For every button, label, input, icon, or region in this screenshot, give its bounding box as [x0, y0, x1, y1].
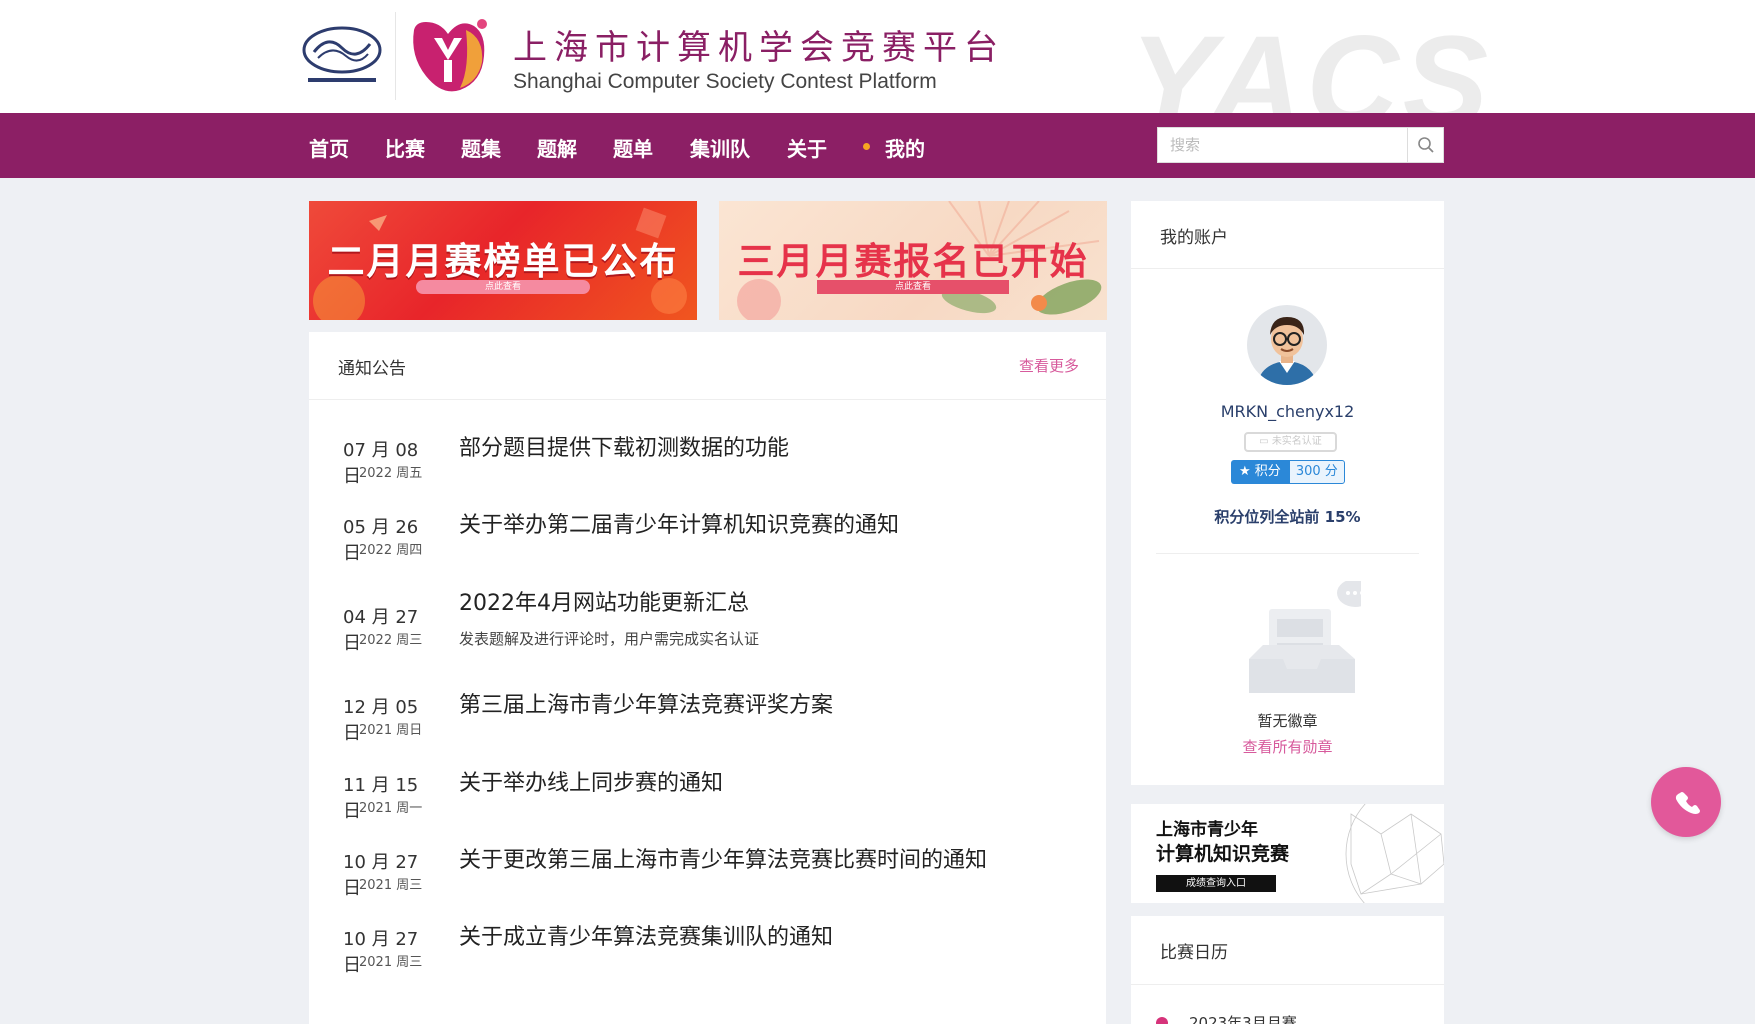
nav-problem-lists[interactable]: 题单 — [613, 133, 653, 162]
search-button[interactable] — [1407, 128, 1443, 162]
yacs-watermark: YACS — [1130, 10, 1493, 113]
banner-title: 三月月赛报名已开始 — [737, 239, 1089, 283]
banner-view-button[interactable]: 点此查看 — [416, 280, 590, 294]
avatar[interactable] — [1247, 305, 1327, 385]
account-card: 我的账户 MRKN_chenyx12 ▭ 未实名认证 ★ 积分 300 分 积分… — [1131, 201, 1444, 785]
nav-problemset[interactable]: 题集 — [461, 133, 501, 162]
knowledge-contest-banner[interactable]: 上海市青少年 计算机知识竞赛 成绩查询入口 — [1131, 804, 1444, 903]
notice-year: 2021 周三 — [359, 878, 423, 893]
nav-home[interactable]: 首页 — [309, 133, 349, 162]
main-nav: 首页 比赛 题集 题解 题单 集训队 关于 我的 — [0, 113, 1755, 178]
search-box — [1157, 127, 1444, 163]
banner-mar-registration[interactable]: 三月月赛报名已开始 点此查看 — [719, 201, 1107, 320]
notice-year: 2021 周一 — [359, 801, 423, 816]
site-header: 上海市计算机学会竞赛平台 Shanghai Computer Society C… — [0, 0, 1755, 113]
calendar-divider — [1131, 984, 1444, 985]
points-label-text: 积分 — [1254, 464, 1281, 479]
banner-line2: 计算机知识竞赛 — [1156, 843, 1290, 865]
banner-feb-results[interactable]: 二月月赛榜单已公布 点此查看 — [309, 201, 697, 320]
empty-inbox-icon — [1249, 581, 1361, 693]
notice-title[interactable]: 关于成立青少年算法竞赛集训队的通知 — [459, 919, 833, 951]
all-badges-link[interactable]: 查看所有勋章 — [1131, 736, 1444, 757]
nav-training-team[interactable]: 集训队 — [690, 133, 750, 162]
id-card-icon: ▭ — [1259, 436, 1272, 447]
star-icon: ★ — [1239, 464, 1255, 479]
notice-card: 通知公告 查看更多 07 月 08 日 2022 周五 部分题目提供下载初测数据… — [309, 332, 1106, 1024]
contest-calendar-card: 比赛日历 2023年3月月赛 — [1131, 916, 1444, 1024]
notice-year: 2022 周五 — [359, 466, 423, 481]
banner-line1: 上海市青少年 — [1156, 820, 1258, 840]
notice-year: 2022 周四 — [359, 543, 423, 558]
rank-text: 积分位列全站前 15% — [1214, 508, 1361, 526]
calendar-title: 比赛日历 — [1160, 943, 1228, 963]
no-badge-text: 暂无徽章 — [1257, 712, 1318, 730]
account-card-title: 我的账户 — [1160, 228, 1228, 248]
account-card-header: 我的账户 — [1131, 201, 1444, 269]
phone-icon — [1675, 792, 1700, 814]
realname-status-badge: ▭ 未实名认证 — [1244, 432, 1337, 452]
nav-contests[interactable]: 比赛 — [385, 133, 425, 162]
notice-title[interactable]: 第三届上海市青少年算法竞赛评奖方案 — [459, 687, 833, 719]
notice-title[interactable]: 部分题目提供下载初测数据的功能 — [459, 430, 789, 462]
notice-card-title: 通知公告 — [338, 359, 406, 379]
notice-year: 2022 周三 — [359, 633, 423, 648]
account-divider — [1156, 553, 1419, 554]
shanghai-computer-society-logo[interactable] — [300, 20, 384, 90]
notice-title[interactable]: 关于举办第二届青少年计算机知识竞赛的通知 — [459, 507, 899, 539]
nav-mine[interactable]: 我的 — [885, 133, 925, 162]
calendar-dot — [1156, 1017, 1168, 1024]
yacs-y-logo[interactable] — [404, 16, 490, 98]
banner-view-button[interactable]: 点此查看 — [817, 280, 1009, 294]
notice-title[interactable]: 关于举办线上同步赛的通知 — [459, 765, 723, 797]
notice-title[interactable]: 关于更改第三届上海市青少年算法竞赛比赛时间的通知 — [459, 842, 987, 874]
avatar-icon — [1247, 305, 1327, 385]
site-title-cn: 上海市计算机学会竞赛平台 — [513, 28, 1005, 68]
search-icon — [1417, 137, 1434, 153]
site-title-en: Shanghai Computer Society Contest Platfo… — [513, 70, 937, 93]
nav-solutions[interactable]: 题解 — [537, 133, 577, 162]
notice-subtitle: 发表题解及进行评论时，用户需完成实名认证 — [459, 630, 760, 648]
score-query-button[interactable]: 成绩查询入口 — [1156, 875, 1276, 892]
points-badge: ★ 积分 300 分 — [1231, 460, 1345, 484]
banner-title: 二月月赛榜单已公布 — [327, 239, 679, 283]
realname-status-text: 未实名认证 — [1271, 436, 1322, 447]
notice-year: 2021 周日 — [359, 723, 423, 738]
contact-phone-button[interactable] — [1651, 767, 1721, 837]
nav-about[interactable]: 关于 — [787, 133, 827, 162]
logo-divider — [395, 12, 396, 100]
points-label: ★ 积分 — [1231, 460, 1289, 484]
search-input[interactable] — [1158, 128, 1408, 162]
notice-year: 2021 周三 — [359, 955, 423, 970]
username[interactable]: MRKN_chenyx12 — [1131, 402, 1444, 421]
notice-more-link[interactable]: 查看更多 — [1019, 355, 1079, 376]
notice-card-header: 通知公告 查看更多 — [309, 332, 1106, 400]
calendar-item[interactable]: 2023年3月月赛 — [1189, 1012, 1297, 1024]
notice-title[interactable]: 2022年4月网站功能更新汇总 — [459, 585, 749, 617]
notification-dot — [863, 143, 870, 150]
points-value: 300 分 — [1288, 460, 1345, 484]
